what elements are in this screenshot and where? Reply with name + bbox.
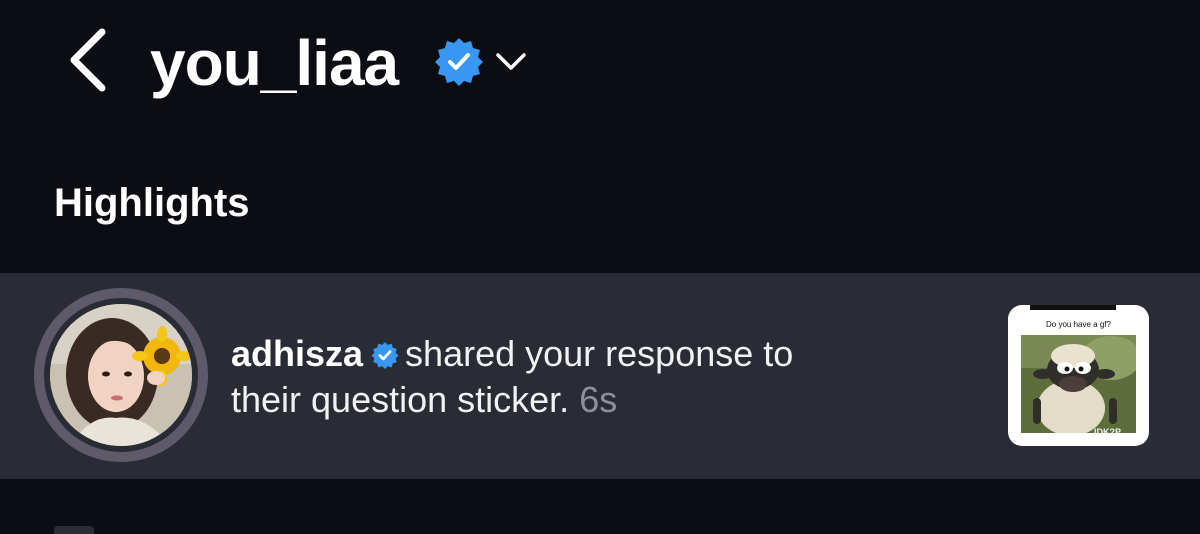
- notification-text: adhisza shared your response to their qu…: [231, 331, 931, 423]
- thumbnail-top-bar: [1030, 305, 1116, 310]
- next-section-fragment: [54, 526, 94, 534]
- notification-time: 6s: [579, 379, 618, 420]
- notification-message-line2: their question sticker.: [231, 379, 570, 420]
- account-name[interactable]: you_liaa: [150, 20, 399, 106]
- sticker-answer: IDK?P: [1094, 427, 1121, 437]
- story-thumbnail[interactable]: Do you have a gf? IDK?P: [1008, 305, 1149, 446]
- section-title: Highlights: [54, 181, 250, 225]
- account-switcher-button[interactable]: [494, 48, 528, 74]
- verified-badge-icon: [434, 36, 484, 86]
- question-sticker: Do you have a gf?: [1008, 317, 1149, 335]
- notifications-page: you_liaa Highlights adhisza shared your …: [0, 0, 1200, 534]
- avatar-ring[interactable]: [34, 288, 208, 462]
- thumbnail-image: [1021, 318, 1136, 433]
- chevron-down-icon: [496, 53, 526, 70]
- verified-badge-icon: [371, 341, 399, 369]
- chevron-left-icon: [70, 28, 106, 92]
- back-button[interactable]: [62, 26, 114, 94]
- notification-username[interactable]: adhisza: [231, 333, 363, 374]
- notification-row[interactable]: adhisza shared your response to their qu…: [0, 273, 1200, 479]
- notification-message-line1: shared your response to: [405, 333, 794, 374]
- avatar[interactable]: [50, 304, 192, 446]
- header: you_liaa: [0, 0, 1200, 130]
